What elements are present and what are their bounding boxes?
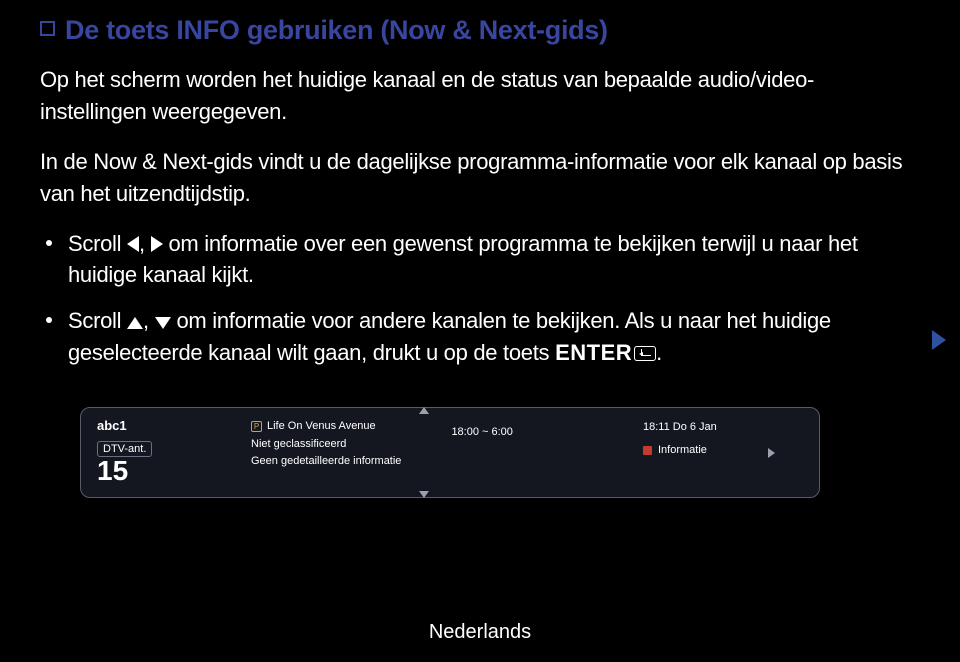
red-button-icon	[643, 446, 652, 455]
bullet-2-period: .	[656, 340, 662, 365]
bullet-1-text-b: ,	[139, 231, 151, 256]
bullet-1-text-a: Scroll	[68, 231, 127, 256]
osd-channel-number: 15	[97, 457, 237, 485]
osd-nav-up-icon[interactable]	[419, 407, 429, 414]
osd-channel-name: abc1	[97, 418, 237, 433]
page-title: De toets INFO gebruiken (Now & Next-gids…	[65, 15, 608, 46]
bullet-item-1: Scroll , om informatie over een gewenst …	[40, 228, 920, 292]
osd-rating: Niet geclassificeerd	[251, 436, 401, 454]
osd-no-detail: Geen gedetailleerde informatie	[251, 453, 401, 471]
footer-language: Nederlands	[0, 621, 960, 644]
osd-nav-down-icon[interactable]	[419, 491, 429, 498]
osd-program-title: Life On Venus Avenue	[267, 418, 376, 436]
osd-panel: abc1 DTV-ant. 15 P Life On Venus Avenue …	[80, 407, 820, 498]
osd-info-label: Informatie	[658, 441, 707, 460]
parental-icon: P	[251, 421, 262, 432]
osd-nav-right-icon[interactable]	[768, 448, 775, 458]
bullet-2-text-a: Scroll	[68, 308, 127, 333]
osd-clock: 18:11 Do 6 Jan	[643, 418, 803, 437]
bullet-1-text-c: om informatie over een gewenst programma…	[68, 231, 858, 288]
arrow-down-icon	[155, 317, 171, 329]
enter-icon	[634, 346, 656, 361]
title-bullet-icon	[40, 21, 55, 36]
bullet-2-text-b: ,	[143, 308, 155, 333]
bullet-2-text-c: om informatie voor andere kanalen te bek…	[68, 308, 831, 365]
arrow-up-icon	[127, 317, 143, 329]
intro-paragraph-1: Op het scherm worden het huidige kanaal …	[40, 64, 920, 128]
next-page-button[interactable]	[932, 330, 946, 350]
intro-paragraph-2: In de Now & Next-gids vindt u de dagelij…	[40, 146, 920, 210]
arrow-left-icon	[127, 236, 139, 252]
enter-label: ENTER	[555, 340, 632, 365]
osd-time-range: 18:00 ~ 6:00	[451, 418, 512, 485]
arrow-right-icon	[151, 236, 163, 252]
bullet-item-2: Scroll , om informatie voor andere kanal…	[40, 305, 920, 369]
